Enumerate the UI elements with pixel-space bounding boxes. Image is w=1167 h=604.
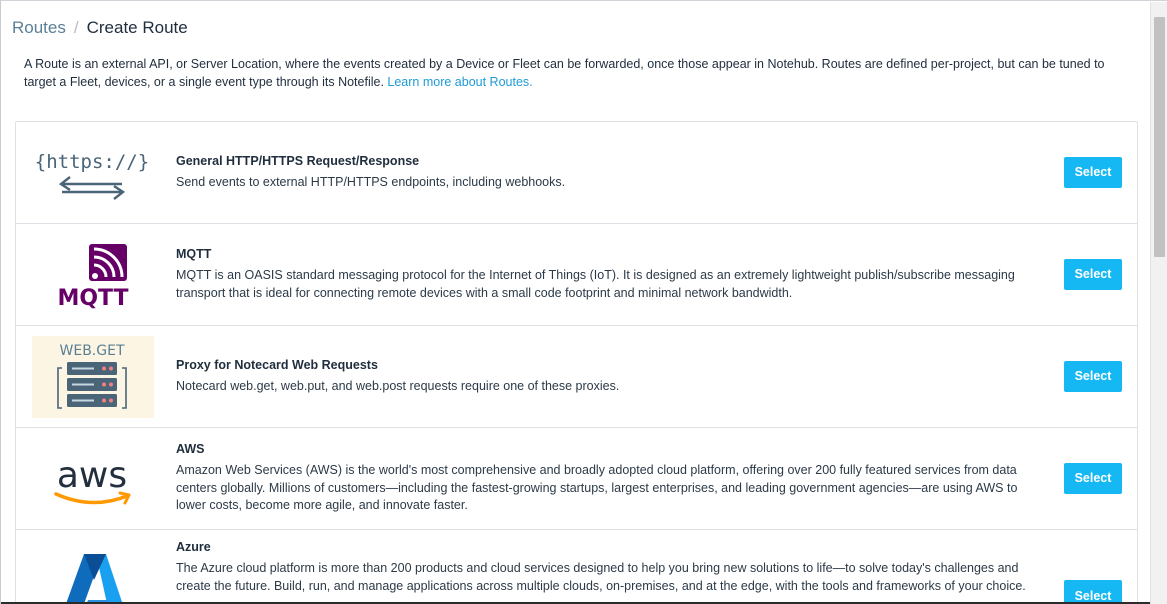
route-title: General HTTP/HTTPS Request/Response	[176, 153, 420, 168]
route-type-list: {https://} General HTTP/HTTPS Request/Re…	[15, 121, 1138, 604]
https-logo-text: {https://}	[35, 151, 149, 173]
select-aws-button[interactable]: Select	[1064, 462, 1122, 494]
route-title: MQTT	[176, 247, 212, 261]
route-description: Notecard web.get, web.put, and web.post …	[176, 378, 620, 393]
route-title: AWS	[176, 442, 205, 457]
scrollbar-thumb[interactable]	[1154, 17, 1165, 257]
aws-logo: aws	[32, 438, 154, 520]
route-title: Proxy for Notecard Web Requests	[176, 357, 378, 372]
route-description: The Azure cloud platform is more than 20…	[176, 561, 1026, 593]
breadcrumb-separator: /	[73, 18, 79, 37]
select-web-proxy-button[interactable]: Select	[1064, 360, 1122, 392]
select-http-button[interactable]: Select	[1064, 156, 1122, 188]
route-title: Azure	[176, 540, 211, 554]
route-description: Amazon Web Services (AWS) is the world's…	[176, 463, 1018, 513]
breadcrumb: Routes / Create Route	[12, 18, 188, 38]
azure-logo	[32, 540, 154, 604]
page-title: Create Route	[86, 18, 188, 37]
mqtt-logo: MQTT	[32, 234, 154, 316]
learn-more-routes-link[interactable]: Learn more about Routes.	[387, 75, 532, 89]
breadcrumb-routes-link[interactable]: Routes	[12, 18, 66, 38]
route-item-http: {https://} General HTTP/HTTPS Request/Re…	[16, 122, 1137, 224]
select-azure-button[interactable]: Select	[1064, 580, 1122, 604]
route-description: MQTT is an OASIS standard messaging prot…	[176, 268, 1015, 300]
webget-logo-text: WEB.GET	[60, 343, 125, 359]
select-mqtt-button[interactable]: Select	[1064, 258, 1122, 290]
route-description: Send events to external HTTP/HTTPS endpo…	[176, 174, 566, 189]
aws-logo-text: aws	[57, 455, 127, 496]
route-item-aws: aws AWS Amazon Web Services (AWS) is the…	[16, 428, 1137, 530]
route-item-azure: Azure The Azure cloud platform is more t…	[16, 530, 1137, 604]
route-item-web-proxy: WEB.GET Proxy for Notecard Web Requests	[16, 326, 1137, 428]
webget-logo: WEB.GET	[32, 336, 154, 418]
intro-text: A Route is an external API, or Server Lo…	[24, 57, 1105, 89]
route-item-mqtt: MQTT MQTT MQTT is an OASIS standard mess…	[16, 224, 1137, 326]
https-logo: {https://}	[32, 132, 154, 214]
vertical-scrollbar[interactable]	[1150, 2, 1167, 604]
create-route-page: Routes / Create Route A Route is an exte…	[0, 0, 1167, 604]
mqtt-logo-text: MQTT	[57, 286, 128, 311]
intro-paragraph: A Route is an external API, or Server Lo…	[24, 56, 1129, 91]
